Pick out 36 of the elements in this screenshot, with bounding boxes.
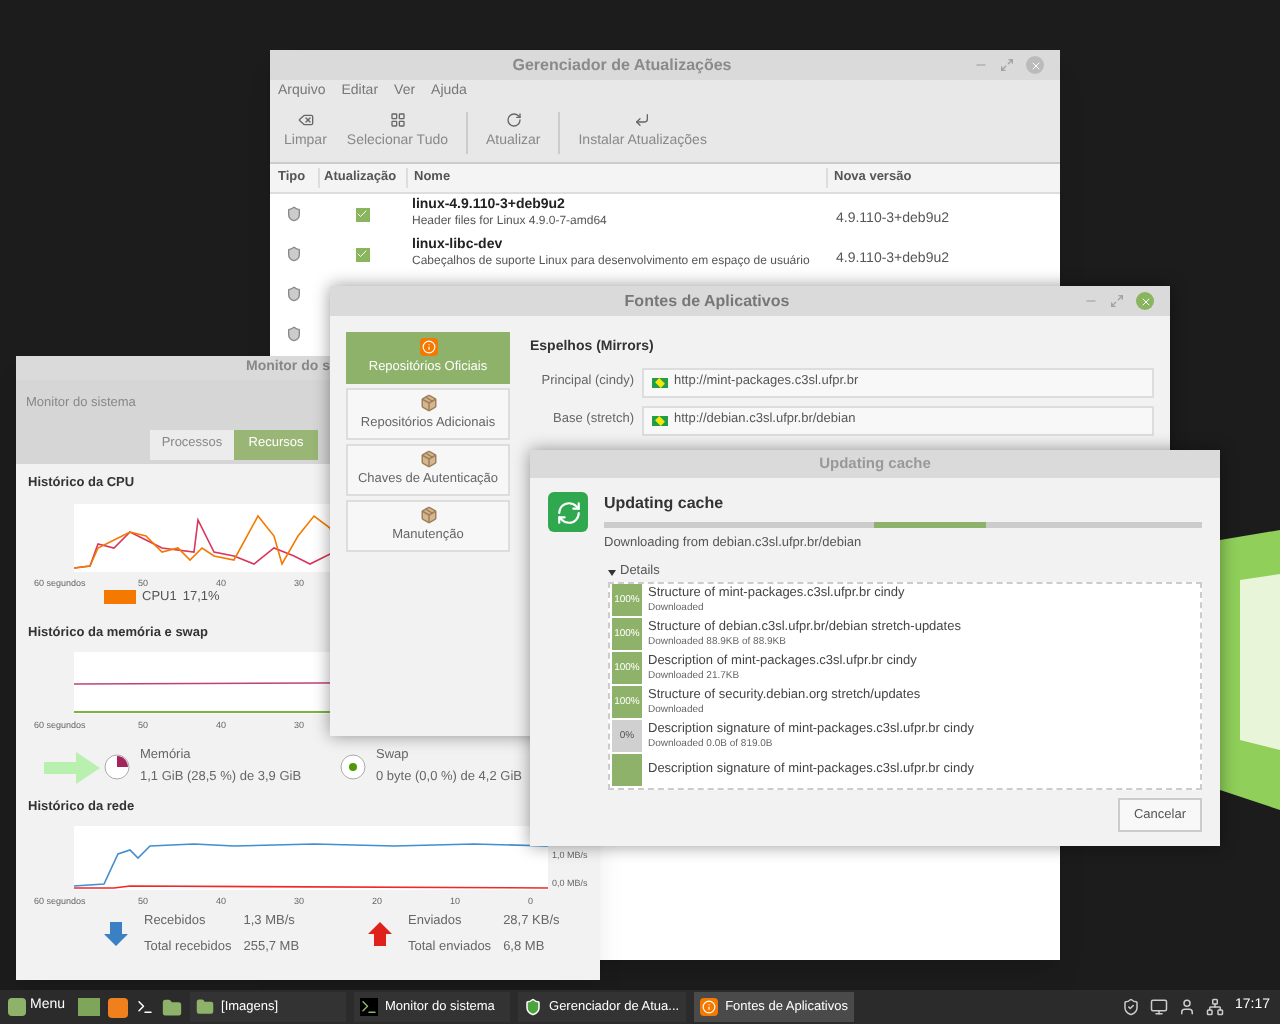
checkbox[interactable] <box>355 207 369 221</box>
user-icon[interactable] <box>1178 998 1197 1016</box>
dialog-heading: Updating cache <box>604 492 724 516</box>
enter-arrow-icon <box>634 112 651 129</box>
swap-pie-icon <box>340 753 366 780</box>
terminal-icon <box>359 998 378 1016</box>
grid-icon <box>389 112 406 129</box>
window-title: Gerenciador de Atualizações <box>510 53 734 77</box>
monitor-icon[interactable] <box>1150 998 1169 1016</box>
shield-icon <box>286 246 302 262</box>
info-icon <box>419 338 437 357</box>
shield-icon <box>286 286 302 302</box>
download-arrow-icon <box>104 922 128 947</box>
shield-icon <box>286 206 302 222</box>
upload-arrow-icon <box>368 922 392 947</box>
folder-icon <box>195 998 214 1016</box>
flag-icon <box>652 415 668 425</box>
package-icon <box>419 506 437 525</box>
package-icon <box>419 394 437 413</box>
refresh-icon <box>548 492 588 532</box>
refresh-icon <box>505 112 522 129</box>
caret-icon <box>608 569 616 576</box>
shield-icon <box>286 326 302 342</box>
window-title: Fontes de Aplicativos <box>622 289 792 313</box>
flag-icon <box>652 377 668 387</box>
terminal-icon[interactable] <box>135 998 154 1016</box>
pointer-arrow-icon <box>44 752 100 785</box>
memory-pie-icon <box>104 753 130 780</box>
shield-icon <box>523 998 542 1016</box>
info-icon <box>699 998 718 1016</box>
folder-icon[interactable] <box>161 997 182 1017</box>
network-icon[interactable] <box>1206 998 1225 1016</box>
shield-icon[interactable] <box>1122 998 1141 1016</box>
backspace-icon <box>297 112 314 129</box>
checkbox[interactable] <box>355 247 369 261</box>
package-icon <box>419 450 437 469</box>
